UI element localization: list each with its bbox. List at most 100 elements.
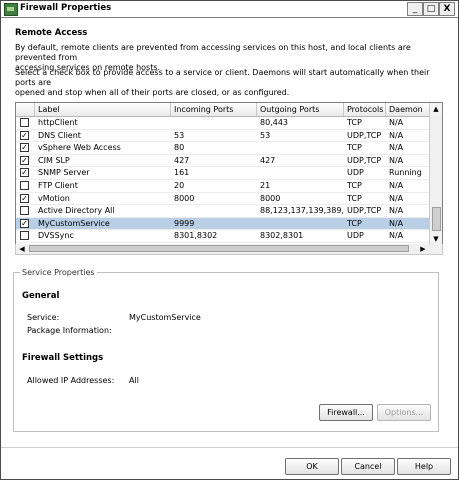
cell-incoming-ports: 80 [174, 143, 185, 153]
table-row[interactable]: DVSSync 8301,8302 8302,8301 UDP N/A [16, 230, 429, 243]
checkbox-unchecked-icon[interactable] [20, 231, 29, 241]
checkbox-checked-icon[interactable]: ✓ [20, 168, 29, 178]
checkbox-unchecked-icon[interactable] [20, 206, 29, 216]
minimize-button[interactable]: _ [407, 2, 423, 16]
cell-daemon: N/A [389, 181, 404, 190]
checkbox-unchecked-icon[interactable] [20, 181, 29, 190]
cell-daemon: N/A [389, 155, 404, 165]
checkbox-checked-icon[interactable]: ✓ [20, 193, 29, 203]
table-row[interactable]: Active Directory All 88,123,137,139,389,.… [16, 205, 429, 218]
cell-outgoing-ports: 88,123,137,139,389,... [260, 206, 344, 216]
cell-protocols: TCP [347, 143, 362, 153]
cell-protocols: UDP [347, 231, 364, 241]
window-title: Firewall Properties [20, 3, 112, 13]
options-button[interactable]: Options... [377, 404, 431, 421]
cell-daemon: N/A [389, 218, 404, 228]
column-header-outgoing-ports[interactable]: Outgoing Ports [257, 103, 344, 116]
service-properties-group: Service Properties General Service: MyCu… [13, 268, 439, 432]
cell-outgoing-ports: 80,443 [260, 118, 288, 127]
cell-label: vSphere Web Access [38, 143, 121, 153]
cell-label: DNS Client [38, 130, 81, 140]
cell-incoming-ports [171, 205, 257, 217]
checkbox-unchecked-icon[interactable] [20, 118, 29, 127]
maximize-button[interactable]: □ [423, 2, 439, 16]
checkbox-checked-icon[interactable]: ✓ [20, 143, 29, 153]
table-row[interactable]: ✓ vSphere Web Access 80 TCP N/A [16, 142, 429, 155]
table-row[interactable]: FTP Client 20 21 TCP N/A [16, 180, 429, 193]
general-heading: General [22, 291, 60, 301]
firewall-button[interactable]: Firewall... [319, 404, 373, 421]
horizontal-scrollbar[interactable]: ◀ ▶ [15, 244, 443, 255]
scroll-right-icon[interactable]: ▶ [417, 244, 429, 254]
checkbox-checked-icon[interactable]: ✓ [20, 218, 29, 228]
cell-outgoing-ports: 427 [260, 155, 276, 165]
cell-incoming-ports: 427 [174, 155, 190, 165]
footer-separator [1, 447, 458, 448]
firewall-app-icon [4, 3, 18, 16]
table-row[interactable]: httpClient 80,443 TCP N/A [16, 117, 429, 130]
cell-outgoing-ports [257, 167, 344, 179]
checkbox-checked-icon[interactable]: ✓ [20, 130, 29, 140]
service-properties-legend: Service Properties [20, 268, 97, 277]
cell-label: vMotion [38, 193, 70, 203]
ok-button[interactable]: OK [285, 458, 339, 475]
cell-outgoing-ports [257, 142, 344, 154]
horizontal-scroll-thumb[interactable] [29, 245, 409, 252]
column-header-protocols[interactable]: Protocols [344, 103, 386, 116]
checkbox-column-header[interactable] [16, 103, 35, 116]
firewall-settings-heading: Firewall Settings [22, 353, 104, 363]
cell-protocols: UDP [347, 168, 364, 178]
table-row[interactable]: ✓ DNS Client 53 53 UDP,TCP N/A [16, 130, 429, 143]
package-information-label: Package Information: [27, 326, 112, 335]
cell-label: FTP Client [38, 181, 78, 190]
services-grid[interactable]: Label Incoming Ports Outgoing Ports Prot… [15, 102, 443, 246]
scroll-up-icon[interactable]: ▲ [430, 103, 442, 115]
cell-daemon: N/A [389, 118, 404, 127]
cell-incoming-ports: 161 [174, 168, 190, 178]
cell-incoming-ports: 53 [174, 130, 185, 140]
cell-protocols: TCP [347, 118, 362, 127]
table-row[interactable]: ✓ MyCustomService 9999 TCP N/A [16, 217, 429, 231]
cell-label: DVSSync [38, 231, 74, 241]
cell-label: Active Directory All [38, 206, 115, 216]
remote-access-heading: Remote Access [15, 28, 88, 38]
cell-protocols: TCP [347, 181, 362, 190]
cell-daemon: Running [389, 168, 422, 178]
cell-protocols: TCP [347, 218, 362, 228]
cell-outgoing-ports: 8000 [260, 193, 281, 203]
cell-incoming-ports: 9999 [174, 218, 195, 228]
vertical-scroll-thumb[interactable] [432, 207, 441, 231]
cell-outgoing-ports [257, 218, 344, 230]
scroll-left-icon[interactable]: ◀ [16, 244, 28, 254]
column-header-incoming-ports[interactable]: Incoming Ports [171, 103, 257, 116]
column-header-daemon[interactable]: Daemon [386, 103, 429, 116]
vertical-scrollbar[interactable]: ▲ ▼ [429, 103, 442, 245]
cancel-button[interactable]: Cancel [341, 458, 395, 475]
cell-protocols: UDP,TCP [347, 155, 382, 165]
cell-daemon: N/A [389, 231, 404, 241]
allowed-ip-value: All [129, 376, 139, 385]
cell-label: MyCustomService [38, 218, 110, 228]
cell-protocols: TCP [347, 193, 362, 203]
cell-daemon: N/A [389, 130, 404, 140]
checkbox-checked-icon[interactable]: ✓ [20, 155, 29, 165]
service-value: MyCustomService [129, 313, 201, 322]
cell-outgoing-ports: 8302,8301 [260, 231, 304, 241]
table-row[interactable]: ✓ SNMP Server 161 UDP Running [16, 167, 429, 180]
close-button[interactable]: X [439, 2, 455, 16]
cell-label: SNMP Server [38, 168, 90, 178]
cell-daemon: N/A [389, 206, 404, 216]
cell-label: httpClient [38, 118, 78, 127]
help-button[interactable]: Help [397, 458, 451, 475]
table-row[interactable]: ✓ vMotion 8000 8000 TCP N/A [16, 193, 429, 206]
column-header-label[interactable]: Label [35, 103, 171, 116]
grid-header: Label Incoming Ports Outgoing Ports Prot… [16, 103, 429, 117]
cell-protocols: UDP,TCP [347, 206, 382, 216]
cell-outgoing-ports: 21 [260, 181, 271, 190]
cell-incoming-ports [171, 117, 257, 129]
title-bar: Firewall Properties _ □ X [1, 1, 458, 18]
cell-label: CIM SLP [38, 155, 70, 165]
cell-incoming-ports: 20 [174, 181, 185, 190]
service-label: Service: [27, 313, 60, 322]
table-row[interactable]: ✓ CIM SLP 427 427 UDP,TCP N/A [16, 155, 429, 168]
